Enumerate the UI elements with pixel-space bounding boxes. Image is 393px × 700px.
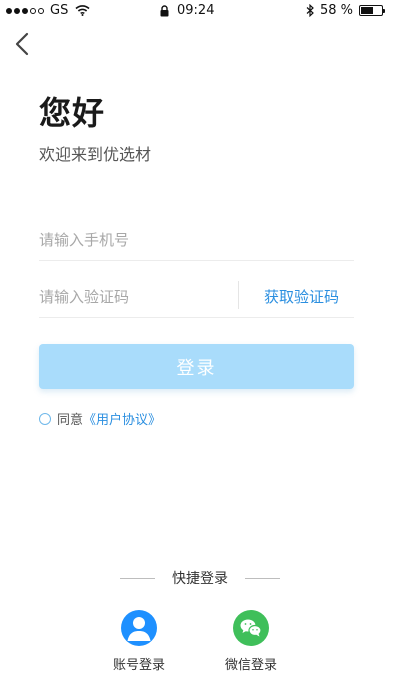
signal-dot (38, 7, 44, 14)
wechat-login-label: 微信登录 (224, 658, 277, 673)
phone-input[interactable] (39, 226, 349, 254)
signal-dot (14, 7, 20, 14)
welcome-subtitle: 欢迎来到优选材 (39, 145, 152, 164)
account-login-button[interactable]: 账号登录 (110, 610, 168, 673)
back-button[interactable] (12, 30, 36, 58)
bluetooth-icon (306, 4, 314, 17)
user-icon (121, 610, 157, 646)
agree-label: 同意 (57, 413, 84, 428)
user-agreement-link[interactable]: 《用户协议》 (83, 409, 161, 428)
chevron-left-icon (15, 32, 29, 56)
quick-login-title: 快捷登录 (172, 571, 228, 587)
signal-strength-icon (6, 7, 44, 14)
clock-time: 09:24 (177, 3, 215, 18)
wechat-login-button[interactable]: 微信登录 (222, 610, 280, 673)
wifi-icon (75, 5, 90, 16)
login-button[interactable]: 登录 (39, 344, 354, 389)
user-glyph (127, 617, 151, 641)
status-right: 58 % (306, 3, 385, 18)
account-login-label: 账号登录 (112, 658, 165, 673)
phone-field (39, 220, 354, 261)
wechat-glyph (240, 619, 262, 637)
battery-percent: 58 % (319, 3, 353, 18)
divider-line (120, 577, 155, 579)
status-bar: GS 09:24 58 % (0, 0, 393, 22)
field-divider (238, 281, 239, 309)
agreement-row: 同意 《用户协议》 (39, 409, 161, 428)
quick-login-header: 快捷登录 (120, 568, 280, 588)
battery-icon (359, 5, 385, 16)
get-code-button[interactable]: 获取验证码 (264, 283, 339, 311)
agree-radio[interactable] (39, 412, 51, 425)
wechat-icon (233, 610, 269, 646)
page-title: 您好 (39, 94, 106, 132)
status-left: GS (6, 3, 90, 18)
divider-line (245, 577, 280, 579)
signal-dot (22, 7, 28, 14)
code-field: 获取验证码 (39, 277, 354, 318)
carrier-name: GS (50, 3, 69, 18)
lock-icon (160, 4, 169, 16)
status-center: 09:24 (160, 3, 214, 18)
verification-code-input[interactable] (39, 283, 229, 311)
battery-cap (383, 9, 385, 13)
signal-dot (6, 7, 12, 14)
battery-level (361, 7, 373, 14)
signal-dot (30, 7, 36, 14)
